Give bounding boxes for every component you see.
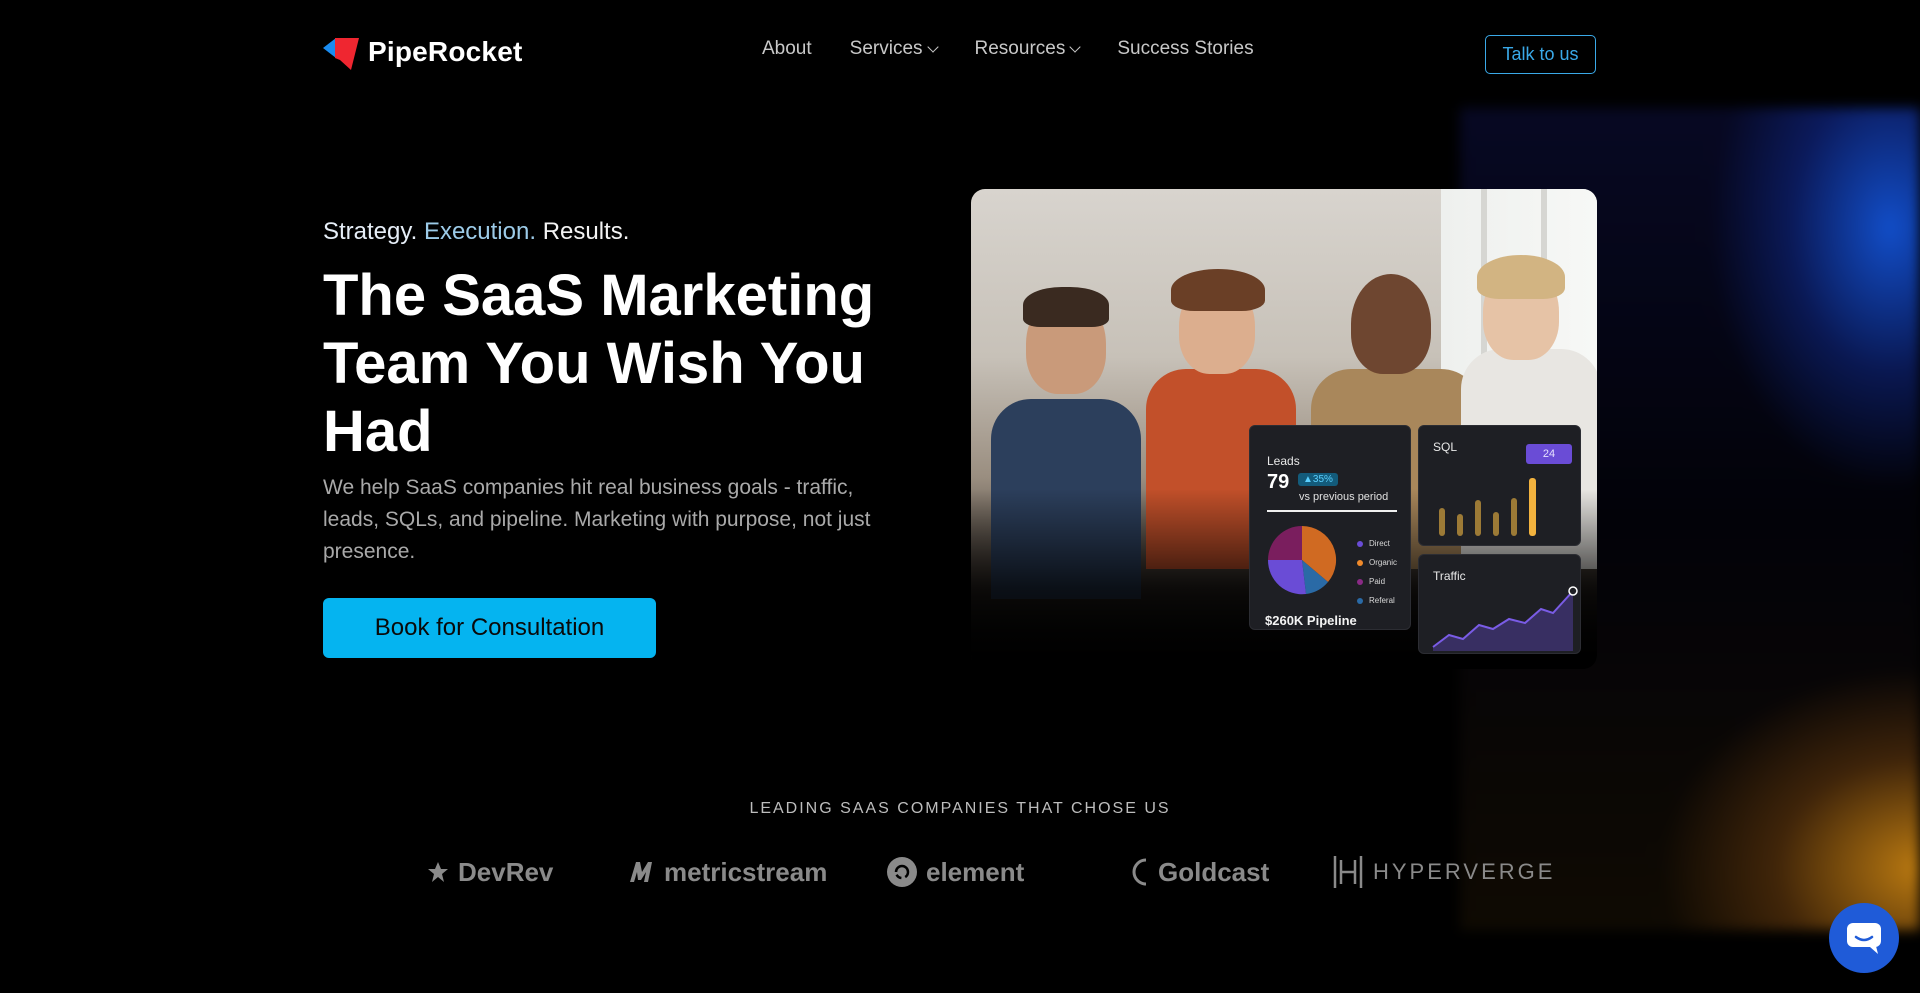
metricstream-logo-icon	[630, 862, 652, 882]
devrev-logo-icon	[428, 862, 448, 882]
clients-title: LEADING SAAS COMPANIES THAT CHOSE US	[749, 800, 1171, 817]
element-logo-icon	[887, 857, 917, 887]
legend-paid: Paid	[1369, 577, 1386, 586]
nav-success-stories-label: Success Stories	[1117, 38, 1254, 59]
chat-button[interactable]	[1829, 903, 1899, 973]
legend-organic: Organic	[1369, 558, 1398, 567]
client-logo-goldcast: Goldcast	[1128, 850, 1269, 894]
leads-compare-text: vs previous period	[1299, 491, 1389, 503]
client-logo-element: element	[886, 850, 1024, 894]
client-logo-metricstream: metricstream	[628, 850, 827, 894]
sql-label: SQL	[1433, 440, 1458, 454]
sql-bar-chart	[1439, 478, 1536, 536]
person-3-head	[1351, 274, 1431, 374]
leads-label: Leads	[1267, 454, 1300, 468]
main-nav: About Services Resources Success Stories	[762, 38, 1254, 60]
traffic-label: Traffic	[1433, 569, 1466, 583]
hero-headline: The SaaS Marketing Team You Wish You Had	[323, 263, 875, 464]
pipeline-value: $260K Pipeline	[1265, 613, 1357, 628]
nav-services[interactable]: Services	[849, 38, 939, 60]
traffic-line-chart	[1432, 586, 1578, 651]
nav-resources-label: Resources	[974, 38, 1066, 59]
tagline-execution: Execution.	[423, 218, 537, 245]
leads-card: Leads 79 ▲35% vs previous period Direct …	[1249, 425, 1411, 630]
leads-value: 79	[1267, 471, 1290, 493]
tagline-strategy: Strategy.	[323, 218, 418, 245]
leads-legend: Direct Organic Paid Referal	[1357, 534, 1397, 610]
client-logo-devrev: DevRev	[426, 850, 553, 894]
site-header: PipeRocket About Services Resources Succ…	[0, 0, 1920, 100]
nav-services-label: Services	[849, 38, 923, 59]
client-logo-hyperverge: HYPERVERGE	[1331, 850, 1555, 894]
nav-success-stories[interactable]: Success Stories	[1117, 38, 1253, 60]
leads-change-badge: ▲35%	[1298, 473, 1338, 486]
talk-to-us-button[interactable]: Talk to us	[1485, 35, 1596, 74]
nav-about-label: About	[762, 38, 812, 59]
traffic-card: Traffic	[1418, 554, 1581, 654]
chevron-down-icon	[1069, 41, 1082, 53]
sql-badge: 24	[1526, 444, 1572, 464]
hyperverge-logo-icon	[1333, 856, 1363, 888]
leads-pie-chart	[1267, 525, 1337, 595]
legend-direct: Direct	[1369, 539, 1390, 548]
tagline-results: Results.	[542, 218, 630, 245]
brand-name: PipeRocket	[368, 36, 523, 67]
nav-resources[interactable]: Resources	[974, 38, 1082, 60]
chat-bubble-icon	[1847, 923, 1881, 954]
brand-logo[interactable]: PipeRocket	[323, 34, 523, 70]
goldcast-logo-icon	[1132, 858, 1147, 886]
nav-about[interactable]: About	[762, 38, 812, 60]
piperocket-logo-icon	[323, 38, 359, 70]
legend-referal: Referal	[1369, 596, 1395, 605]
hero-subtext: We help SaaS companies hit real business…	[323, 476, 871, 563]
hero-tagline: Strategy. Execution. Results.	[323, 218, 629, 246]
sql-card: SQL 24	[1418, 425, 1581, 546]
chevron-down-icon	[926, 41, 939, 53]
book-consultation-button[interactable]: Book for Consultation	[323, 598, 656, 658]
